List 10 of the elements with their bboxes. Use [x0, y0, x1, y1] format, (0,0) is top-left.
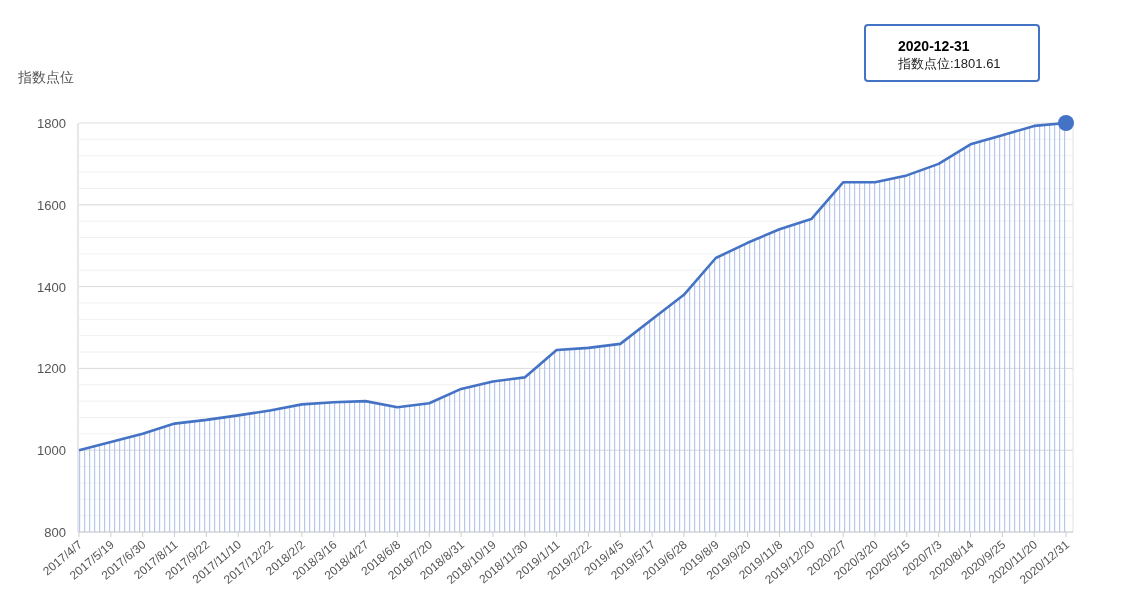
y-tick-label: 1000 [37, 443, 66, 459]
tooltip-title: 2020-12-31 [898, 38, 971, 55]
y-tick-label: 1200 [37, 361, 66, 377]
y-tick-label: 800 [44, 525, 66, 540]
y-tick-label: 1400 [37, 279, 66, 295]
y-tick-label: 1600 [37, 197, 66, 213]
tooltip-value: 指数点位:1801.61 [898, 55, 1002, 72]
y-tick-label: 1800 [37, 116, 66, 131]
highlight-marker [1058, 115, 1074, 131]
y-axis-title: 指数点位 [18, 69, 74, 85]
